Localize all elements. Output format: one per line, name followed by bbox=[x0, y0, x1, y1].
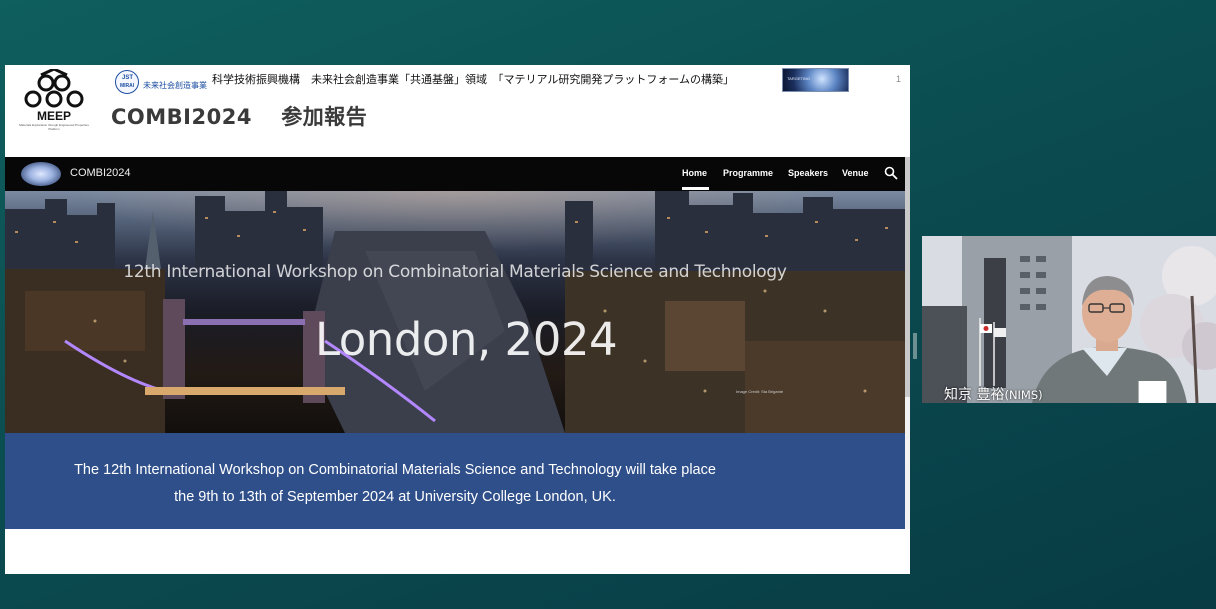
site-name[interactable]: COMBI2024 bbox=[70, 167, 131, 179]
meep-logo-text: MEEP bbox=[36, 109, 71, 123]
nav-home[interactable]: Home bbox=[682, 168, 707, 178]
nav-active-indicator bbox=[682, 187, 709, 190]
hero-title: London, 2024 bbox=[315, 313, 618, 366]
info-text-line-1: The 12th International Workshop on Combi… bbox=[74, 462, 716, 478]
jst-mark-bottom: MIRAI bbox=[120, 83, 135, 89]
participant-name-label: 知京 豊裕(NIMS) bbox=[944, 384, 1043, 403]
jst-mirai-logo: JST MIRAI 未来社会創造事業 bbox=[113, 69, 213, 97]
participant-name-bar: 知京 豊裕(NIMS) bbox=[922, 381, 1216, 403]
nav-speakers[interactable]: Speakers bbox=[788, 168, 828, 178]
slide-title: COMBI2024 参加報告 bbox=[111, 105, 368, 129]
image-credit: Image Credit: Sta Brigante bbox=[736, 389, 784, 394]
program-title: 科学技術振興機構 未来社会創造事業「共通基盤」領域 「マテリアル研究開発プラット… bbox=[212, 73, 735, 86]
jst-mark-top: JST bbox=[122, 75, 134, 81]
website-navbar: COMBI2024 Home Programme Speakers Venue bbox=[5, 157, 905, 191]
jst-program-name: 未来社会創造事業 bbox=[143, 81, 207, 90]
jst-logo-mark: JST MIRAI bbox=[115, 70, 139, 94]
website-screenshot: COMBI2024 Home Programme Speakers Venue bbox=[5, 157, 905, 529]
shared-slide: MEEP Materials Exploration through Engin… bbox=[5, 65, 910, 574]
website-scrollbar-thumb[interactable] bbox=[905, 157, 910, 397]
participant-name: 知京 豊裕 bbox=[944, 387, 1005, 403]
slide-header: MEEP Materials Exploration through Engin… bbox=[5, 65, 910, 157]
participant-video-feed bbox=[922, 236, 1216, 403]
info-band: The 12th International Workshop on Combi… bbox=[5, 433, 905, 529]
nav-venue[interactable]: Venue bbox=[842, 168, 869, 178]
splitter-handle[interactable] bbox=[913, 333, 917, 359]
site-logo[interactable] bbox=[21, 162, 61, 186]
page-number: 1 bbox=[896, 74, 902, 84]
info-text-line-2: the 9th to 13th of September 2024 at Uni… bbox=[174, 489, 616, 505]
participant-video-tile[interactable]: 知京 豊裕(NIMS) bbox=[922, 236, 1216, 403]
search-icon[interactable] bbox=[884, 166, 898, 180]
hero-banner: 12th International Workshop on Combinato… bbox=[5, 191, 905, 433]
header-thumbnail-image: TARGETING bbox=[782, 68, 849, 92]
meep-logo-subtext: Materials Exploration through Engineered… bbox=[19, 123, 89, 131]
hero-subtitle: 12th International Workshop on Combinato… bbox=[123, 262, 787, 282]
london-night-photo bbox=[5, 191, 905, 433]
participant-org: (NIMS) bbox=[1004, 388, 1043, 402]
thumbnail-caption: TARGETING bbox=[787, 76, 811, 81]
nav-programme[interactable]: Programme bbox=[723, 168, 773, 178]
